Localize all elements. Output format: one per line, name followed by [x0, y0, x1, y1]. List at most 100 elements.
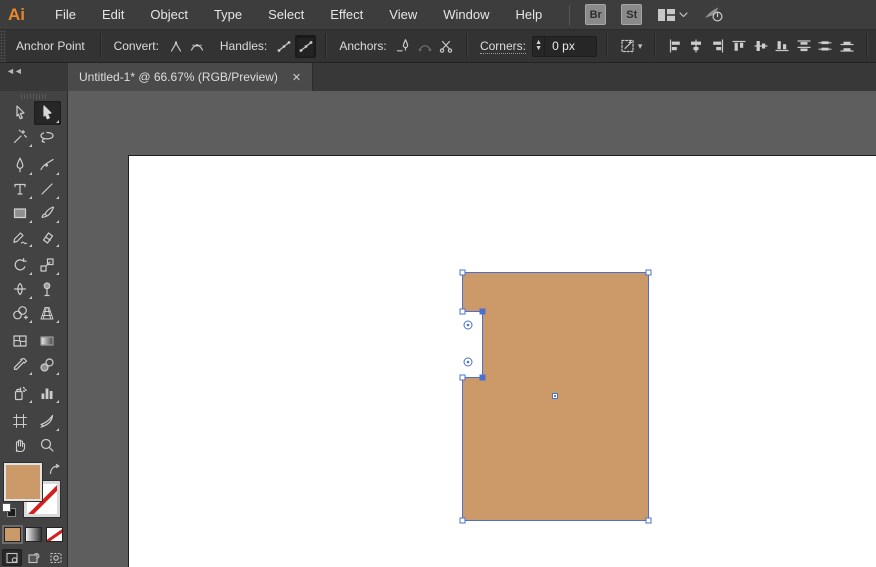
anchor-bottom-left[interactable]	[459, 517, 466, 524]
column-graph-tool[interactable]	[34, 381, 61, 405]
menu-window[interactable]: Window	[430, 0, 502, 29]
mesh-tool[interactable]	[7, 329, 34, 353]
hand-icon	[15, 439, 26, 453]
corners-label[interactable]: Corners:	[479, 39, 526, 54]
scale-tool[interactable]	[34, 253, 61, 277]
zoom-magnifier-icon	[40, 438, 54, 452]
align-vertical-bottom-button[interactable]	[771, 35, 792, 58]
convert-corner-icon	[170, 41, 181, 52]
cut-path-at-anchor-button[interactable]	[436, 35, 457, 58]
line-segment-tool[interactable]	[34, 177, 61, 201]
default-fill-stroke-icon[interactable]	[1, 503, 16, 517]
line-segment-icon	[41, 183, 53, 195]
menu-type[interactable]: Type	[201, 0, 255, 29]
curvature-tool[interactable]	[34, 153, 61, 177]
artboard-canvas[interactable]	[68, 91, 876, 567]
anchor-top-right[interactable]	[645, 269, 652, 276]
select-similar-objects-button[interactable]: ▾	[616, 35, 645, 58]
rectangle-tool[interactable]	[7, 201, 34, 225]
corners-value-input[interactable]	[545, 35, 598, 57]
anchor-notch-outer-bottom[interactable]	[459, 374, 466, 381]
symbol-sprayer-tool[interactable]	[7, 381, 34, 405]
align-vertical-center-button[interactable]	[750, 35, 771, 58]
eraser-tool[interactable]	[34, 225, 61, 249]
selection-tool[interactable]	[7, 101, 34, 125]
anchor-top-left[interactable]	[459, 269, 466, 276]
perspective-grid-tool[interactable]	[34, 301, 61, 325]
none-button[interactable]	[46, 527, 63, 542]
slice-tool[interactable]	[34, 409, 61, 433]
pen-tool[interactable]	[7, 153, 34, 177]
align-vertical-top-button[interactable]	[728, 35, 749, 58]
bridge-button[interactable]: Br	[585, 4, 607, 25]
corners-stepper[interactable]: ▲ ▼	[531, 35, 546, 57]
convert-to-smooth-button[interactable]	[186, 35, 207, 58]
menu-object[interactable]: Object	[137, 0, 201, 29]
zoom-tool[interactable]	[34, 433, 61, 457]
fill-swatch[interactable]	[2, 462, 43, 502]
close-tab-icon[interactable]: ✕	[292, 71, 301, 84]
control-bar-gripper[interactable]	[0, 30, 7, 62]
rotate-tool[interactable]	[7, 253, 34, 277]
hand-tool[interactable]	[7, 433, 34, 457]
distribute-vertical-center-button[interactable]	[814, 35, 835, 58]
menu-effect[interactable]: Effect	[317, 0, 376, 29]
align-h-center-icon	[691, 39, 702, 53]
menu-view[interactable]: View	[376, 0, 430, 29]
touch-workspace-toggle[interactable]	[703, 6, 725, 23]
anchor-bottom-right[interactable]	[645, 517, 652, 524]
main-area	[0, 91, 876, 567]
align-horizontal-right-button[interactable]	[707, 35, 728, 58]
blend-tool[interactable]	[34, 353, 61, 377]
align-horizontal-center-button[interactable]	[686, 35, 707, 58]
collapse-tool-panel-button[interactable]: ◄◄	[0, 63, 68, 91]
draw-behind-button[interactable]	[24, 549, 44, 566]
width-tool[interactable]	[7, 277, 34, 301]
connect-end-points-button[interactable]	[414, 35, 435, 58]
lasso-tool[interactable]	[34, 125, 61, 149]
paintbrush-tool[interactable]	[34, 201, 61, 225]
type-tool[interactable]	[7, 177, 34, 201]
anchor-notch-outer-top[interactable]	[459, 308, 466, 315]
anchor-notch-inner-top-selected[interactable]	[479, 308, 486, 315]
menu-select[interactable]: Select	[255, 0, 317, 29]
menu-edit[interactable]: Edit	[89, 0, 137, 29]
chevron-down-icon	[679, 11, 688, 17]
document-tab[interactable]: Untitled-1* @ 66.67% (RGB/Preview) ✕	[68, 63, 314, 91]
canvas-pasteboard[interactable]	[68, 91, 876, 567]
eyedropper-tool[interactable]	[7, 353, 34, 377]
blend-icon	[40, 358, 54, 372]
remove-anchor-points-button[interactable]	[393, 35, 414, 58]
align-left-icon	[669, 39, 680, 53]
artboard-tool[interactable]	[7, 409, 34, 433]
mesh-icon	[13, 335, 27, 347]
draw-inside-icon	[49, 552, 62, 563]
eraser-icon	[42, 232, 54, 244]
swap-fill-stroke-icon[interactable]	[48, 463, 63, 476]
gradient-tool[interactable]	[34, 329, 61, 353]
shape-builder-tool[interactable]	[7, 301, 34, 325]
menu-help[interactable]: Help	[502, 0, 555, 29]
workspace-switcher-button[interactable]	[657, 8, 688, 22]
distribute-vertical-bottom-button[interactable]	[836, 35, 857, 58]
divider	[466, 34, 467, 58]
chevron-down-icon: ▾	[637, 40, 643, 51]
direct-selection-tool[interactable]	[33, 101, 61, 125]
draw-inside-button[interactable]	[46, 549, 66, 566]
distribute-v-center-icon	[818, 41, 832, 51]
show-handles-button[interactable]	[294, 34, 317, 58]
panel-gripper[interactable]	[20, 94, 47, 99]
anchor-notch-inner-bottom-selected[interactable]	[479, 374, 486, 381]
align-horizontal-left-button[interactable]	[664, 35, 685, 58]
draw-normal-button[interactable]	[1, 549, 22, 566]
magic-wand-tool[interactable]	[7, 125, 34, 149]
shaper-tool[interactable]	[7, 225, 34, 249]
menu-file[interactable]: File	[42, 0, 89, 29]
puppet-warp-tool[interactable]	[34, 277, 61, 301]
color-button[interactable]	[2, 525, 23, 544]
distribute-vertical-top-button[interactable]	[793, 35, 814, 58]
gradient-button[interactable]	[25, 527, 42, 542]
hide-handles-button[interactable]	[273, 35, 294, 58]
convert-to-corner-button[interactable]	[165, 35, 186, 58]
stock-button[interactable]: St	[621, 4, 643, 25]
